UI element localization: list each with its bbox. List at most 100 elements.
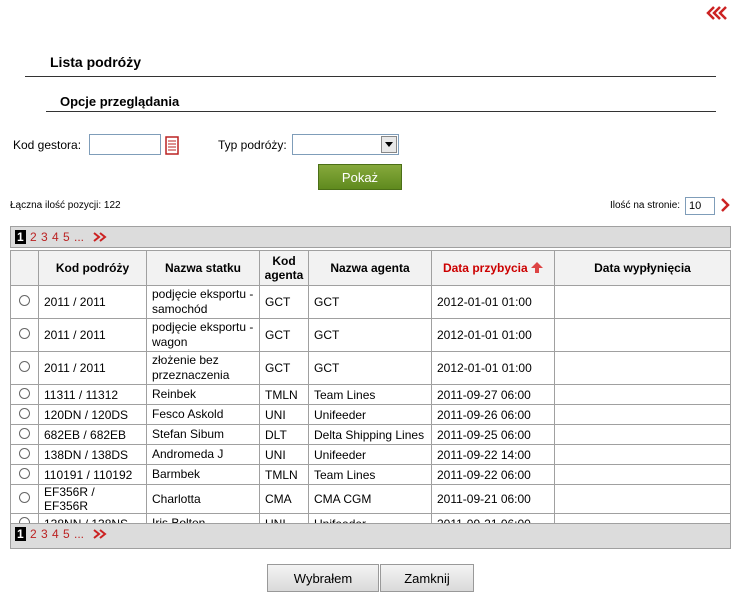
row-radio[interactable] [19,492,30,503]
chevron-right-icon[interactable] [720,198,730,212]
col-data-wyplyniecia[interactable]: Data wypłynięcia [554,250,731,286]
pager-page[interactable]: 4 [52,230,59,244]
show-button[interactable]: Pokaż [318,164,402,190]
cell-kod-agenta: CMA [259,484,309,514]
kod-gestora-input[interactable] [89,134,161,155]
cell-kod-agenta: TMLN [259,464,309,485]
row-radio-cell [10,424,39,445]
page-title: Lista podróży [50,54,142,70]
row-radio-cell [10,351,39,385]
row-radio-cell [10,484,39,514]
pager-page[interactable]: 3 [41,527,48,541]
row-radio[interactable] [19,295,30,306]
row-radio[interactable] [19,447,30,459]
per-page-input[interactable] [685,197,715,215]
typ-podrozy-label: Typ podróży: [218,138,287,152]
cell-kod-podrozy: 11311 / 11312 [38,384,147,405]
typ-podrozy-select[interactable] [292,134,399,155]
row-radio[interactable] [19,407,30,419]
cell-kod-podrozy: EF356R / EF356R [38,484,147,514]
kod-gestora-label: Kod gestora: [13,138,82,152]
col-kod-agenta[interactable]: Kod agenta [259,250,309,286]
row-radio[interactable] [19,387,30,399]
pager-ellipsis[interactable]: ... [74,230,84,244]
cell-nazwa-statku: Andromeda J [146,444,260,465]
table-row[interactable]: 682EB / 682EB Stefan Sibum DLT Delta Shippi… [10,424,731,445]
cell-nazwa-statku: Barmbek [146,464,260,485]
row-radio-cell [10,384,39,405]
per-page-label: Ilość na stronie: [610,200,681,211]
pager-top: 1 2 3 4 5 ... [10,226,731,248]
cell-kod-agenta: DLT [259,424,309,445]
cell-kod-agenta: GCT [259,351,309,385]
pager-page[interactable]: 2 [30,230,37,244]
table-row[interactable]: 2011 / 2011 podjęcie eksportu - wagon GCT G… [10,318,731,352]
pager-page[interactable]: 2 [30,527,37,541]
cell-nazwa-statku: Fesco Askold [146,404,260,425]
row-radio[interactable] [19,328,30,339]
pager-page[interactable]: 5 [63,230,70,244]
cell-data-wyplyniecia [554,384,731,405]
cell-kod-podrozy: 2011 / 2011 [38,285,147,319]
table-row[interactable]: 2011 / 2011 podjęcie eksportu - samochód G… [10,285,731,319]
col-nazwa-agenta[interactable]: Nazwa agenta [308,250,432,286]
cell-nazwa-agenta: CMA CGM [308,484,432,514]
row-radio[interactable] [19,427,30,439]
row-radio[interactable] [19,467,30,479]
cell-nazwa-agenta: Delta Shipping Lines [308,424,432,445]
select-button[interactable]: Wybrałem [267,564,379,592]
cell-kod-podrozy: 120DN / 120DS [38,404,147,425]
col-nazwa-statku[interactable]: Nazwa statku [146,250,260,286]
cell-nazwa-agenta: Unifeeder [308,404,432,425]
collapse-double-chevron-icon[interactable] [706,6,730,20]
cell-kod-podrozy: 2011 / 2011 [38,351,147,385]
table-row[interactable]: 110191 / 110192 Barmbek TMLN Team Lines 2011… [10,464,731,485]
table-row[interactable]: 2011 / 2011 złożenie bez przeznaczenia GCT… [10,351,731,385]
cell-data-przybycia: 2011-09-21 06:00 [431,484,555,514]
chevron-down-icon[interactable] [381,136,397,153]
cell-data-wyplyniecia [554,464,731,485]
cell-kod-podrozy: 682EB / 682EB [38,424,147,445]
fast-forward-icon[interactable] [93,232,107,242]
pager-page[interactable]: 4 [52,527,59,541]
pager-page[interactable]: 5 [63,527,70,541]
cell-data-przybycia: 2011-09-25 06:00 [431,424,555,445]
table-row[interactable]: 120DN / 120DS Fesco Askold UNI Unifeeder 201… [10,404,731,425]
cell-nazwa-agenta: GCT [308,351,432,385]
cell-kod-podrozy: 110191 / 110192 [38,464,147,485]
section-title: Opcje przeglądania [60,94,180,109]
cell-nazwa-statku: Charlotta [146,484,260,514]
cell-nazwa-agenta: GCT [308,285,432,319]
table-row[interactable]: 138DN / 138DS Andromeda J UNI Unifeeder 2011… [10,444,731,465]
cell-nazwa-statku: złożenie bez przeznaczenia [146,351,260,385]
pager-current: 1 [15,527,26,541]
cell-data-wyplyniecia [554,424,731,445]
row-radio[interactable] [19,361,30,372]
table-row[interactable]: EF356R / EF356R Charlotta CMA CMA CGM 2011-0… [10,484,731,514]
cell-data-wyplyniecia [554,351,731,385]
row-radio-cell [10,404,39,425]
col-data-przybycia[interactable]: Data przybycia [431,250,555,286]
cell-nazwa-statku: Stefan Sibum [146,424,260,445]
fast-forward-icon[interactable] [93,529,107,539]
row-radio-cell [10,285,39,319]
close-button[interactable]: Zamknij [380,564,474,592]
pager-current: 1 [15,230,26,244]
pager-page[interactable]: 3 [41,230,48,244]
cell-data-przybycia: 2011-09-22 14:00 [431,444,555,465]
col-kod-podrozy[interactable]: Kod podróży [38,250,147,286]
cell-data-przybycia: 2012-01-01 01:00 [431,351,555,385]
cell-kod-agenta: TMLN [259,384,309,405]
cell-kod-agenta: UNI [259,444,309,465]
pager-ellipsis[interactable]: ... [74,527,84,541]
cell-data-wyplyniecia [554,404,731,425]
cell-data-wyplyniecia [554,318,731,352]
row-radio-cell [10,464,39,485]
row-radio-cell [10,318,39,352]
cell-data-przybycia: 2011-09-27 06:00 [431,384,555,405]
cell-nazwa-agenta: Team Lines [308,384,432,405]
divider [25,76,716,77]
list-picker-icon[interactable] [165,136,179,155]
table-row[interactable]: 11311 / 11312 Reinbek TMLN Team Lines 2011-0… [10,384,731,405]
divider [46,111,716,112]
